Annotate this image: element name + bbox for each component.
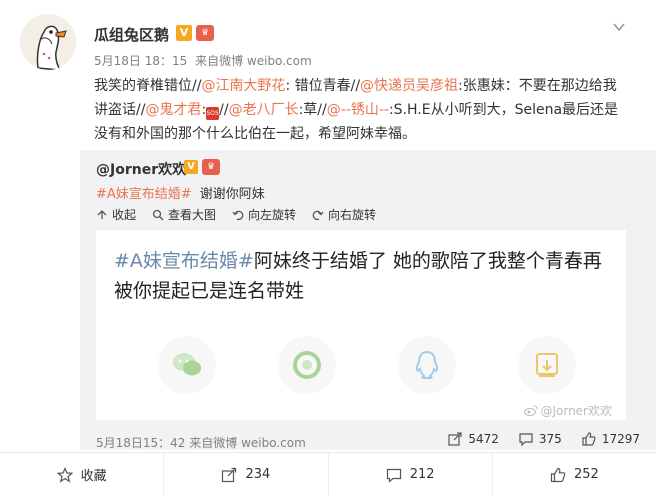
post-text-segment: 我笑的脊椎错位//	[94, 78, 202, 94]
post-text-segment: :草//	[298, 102, 327, 118]
post-meta: 5月18日 18：15 来自微博 weibo.com	[94, 52, 312, 69]
weibo-logo-icon	[524, 405, 538, 416]
like-count: 252	[573, 467, 599, 482]
moments-icon	[278, 336, 336, 394]
forward-button[interactable]: 234	[164, 453, 329, 496]
forward-icon	[222, 467, 237, 482]
verified-icon: V	[184, 160, 198, 174]
rotate-left-label: 向左旋转	[248, 208, 297, 222]
action-bar: 收藏 234 212 252	[0, 452, 656, 496]
comment-icon	[519, 433, 533, 446]
post-time[interactable]: 5月18日 18：15	[94, 54, 187, 68]
orig-text-body: 谢谢你阿妹	[199, 187, 265, 202]
comment-button[interactable]: 212	[329, 453, 493, 496]
forward-count: 234	[245, 467, 271, 482]
repost-stats: 5472 375 17297	[448, 432, 640, 446]
post-username[interactable]: 瓜组兔区鹅	[94, 24, 169, 45]
mention-link[interactable]: @--锈山--	[327, 102, 389, 118]
mention-link[interactable]: @快递员吴彦祖	[360, 78, 458, 94]
chevron-down-icon[interactable]	[612, 20, 626, 34]
rotate-right-label: 向右旋转	[328, 208, 377, 222]
post-source[interactable]: 来自微博 weibo.com	[195, 54, 312, 68]
verified-icon: V	[176, 25, 192, 41]
comment-icon	[386, 468, 401, 483]
share-icon	[448, 432, 462, 446]
orig-text: #A妹宣布结婚# 谢谢你阿妹	[96, 183, 265, 202]
favorite-button[interactable]: 收藏	[0, 453, 165, 496]
repost-meta[interactable]: 5月18日15：42 来自微博 weibo.com	[96, 434, 306, 451]
post-text: 我笑的脊椎错位//@江南大野花: 错位青春//@快递员吴彦祖:张惠妹：不要在那边…	[94, 74, 624, 146]
mention-link[interactable]: @老八厂长	[229, 102, 299, 118]
post-text-segment: //	[219, 102, 229, 118]
vip-badge-icon: ♛	[202, 159, 220, 175]
repost-share-button[interactable]: 5472	[448, 432, 499, 446]
qq-icon	[398, 336, 456, 394]
watermark-text: @Jorner欢欢	[540, 404, 612, 418]
rotate-right-icon	[312, 210, 324, 220]
thumbs-up-icon	[550, 467, 566, 482]
repost-container: @Jorner欢欢 V ♛ #A妹宣布结婚# 谢谢你阿妹 收起 查看大图 向左旋转…	[80, 150, 656, 450]
repost-like-button[interactable]: 17297	[582, 432, 640, 446]
vip-badge-icon: ♛	[196, 25, 214, 41]
post-image[interactable]: #A妹宣布结婚#阿妹终于结婚了 她的歌陪了我整个青春再被你提起已是连名带姓 @J…	[96, 230, 626, 420]
magnify-icon	[152, 209, 164, 220]
like-button[interactable]: 252	[493, 453, 656, 496]
repost-share-count: 5472	[468, 432, 499, 446]
collapse-button[interactable]: 收起	[96, 206, 136, 223]
image-toolbar: 收起 查看大图 向左旋转 向右旋转	[96, 206, 376, 223]
thumbs-up-icon	[582, 432, 596, 446]
topic-link[interactable]: #A妹宣布结婚#	[96, 187, 192, 202]
avatar[interactable]	[20, 14, 76, 70]
star-icon	[56, 466, 73, 483]
view-large-button[interactable]: 查看大图	[152, 206, 216, 223]
image-topic: #A妹宣布结婚#	[114, 250, 254, 272]
save-image-icon	[518, 336, 576, 394]
view-large-label: 查看大图	[168, 208, 217, 222]
rotate-right-button[interactable]: 向右旋转	[312, 206, 376, 223]
repost-comment-button[interactable]: 375	[519, 432, 562, 446]
rotate-left-icon	[232, 210, 244, 220]
image-watermark: @Jorner欢欢	[524, 402, 612, 419]
mention-link[interactable]: @鬼才君	[145, 102, 201, 118]
collapse-icon	[97, 209, 107, 219]
wechat-icon	[158, 336, 216, 394]
repost-comment-count: 375	[538, 432, 562, 446]
sos-emoji-icon: SOS	[206, 107, 220, 120]
post-text-segment: : 错位青春//	[285, 78, 361, 94]
repost-like-count: 17297	[601, 432, 640, 446]
goose-avatar-icon	[20, 14, 76, 70]
favorite-label: 收藏	[80, 469, 107, 484]
collapse-label: 收起	[112, 208, 137, 222]
mention-link[interactable]: @江南大野花	[201, 78, 285, 94]
comment-count: 212	[409, 467, 435, 482]
orig-username[interactable]: @Jorner欢欢	[96, 159, 186, 179]
image-text: #A妹宣布结婚#阿妹终于结婚了 她的歌陪了我整个青春再被你提起已是连名带姓	[114, 246, 614, 306]
rotate-left-button[interactable]: 向左旋转	[232, 206, 296, 223]
